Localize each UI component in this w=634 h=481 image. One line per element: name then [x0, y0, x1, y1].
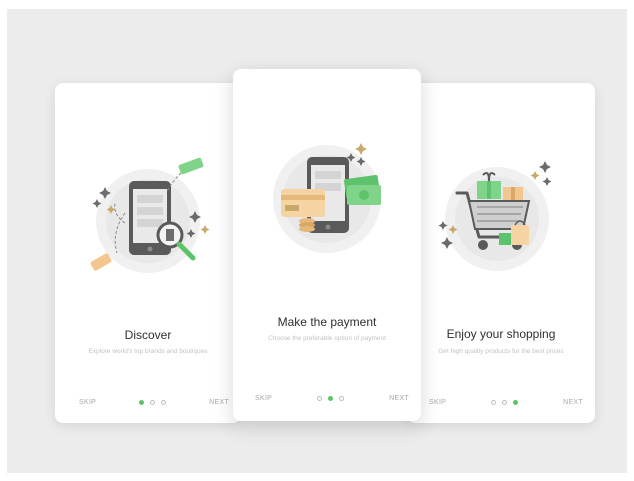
- onboarding-card-discover: Discover Explore world's top brands and …: [55, 83, 241, 423]
- phone-search-icon: [90, 157, 210, 273]
- pagination-dots: [491, 399, 519, 405]
- next-button[interactable]: NEXT: [389, 395, 409, 402]
- card-description: Get high quality products for the best p…: [438, 348, 564, 355]
- page-dot[interactable]: [139, 399, 145, 405]
- card-title: Enjoy your shopping: [446, 327, 556, 341]
- card-title: Make the payment: [277, 315, 377, 329]
- card-description: Explore world's top brands and boutiques: [88, 348, 208, 355]
- phone-payment-icon: [273, 143, 381, 253]
- onboarding-card-payment: Make the payment Choose the preferable o…: [233, 69, 421, 421]
- page-dot[interactable]: [339, 395, 345, 401]
- pagination-dots: [317, 395, 345, 401]
- card-footer: SKIP NEXT: [407, 395, 595, 409]
- next-button[interactable]: NEXT: [209, 399, 229, 406]
- page-dot[interactable]: [317, 395, 323, 401]
- next-button[interactable]: NEXT: [563, 399, 583, 406]
- skip-button[interactable]: SKIP: [255, 395, 272, 402]
- page-dot[interactable]: [161, 399, 167, 405]
- page-dot[interactable]: [491, 399, 497, 405]
- card-footer: SKIP NEXT: [233, 391, 421, 405]
- page-dot[interactable]: [502, 399, 508, 405]
- skip-button[interactable]: SKIP: [429, 399, 446, 406]
- skip-button[interactable]: SKIP: [79, 399, 96, 406]
- card-footer: SKIP NEXT: [55, 395, 241, 409]
- card-title: Discover: [124, 328, 172, 342]
- onboarding-card-shopping: Enjoy your shopping Get high quality pro…: [407, 83, 595, 423]
- page-dot[interactable]: [513, 399, 519, 405]
- card-description: Choose the preferable option of payment: [268, 335, 386, 342]
- onboarding-stage: Discover Explore world's top brands and …: [7, 9, 627, 473]
- pagination-dots: [139, 399, 167, 405]
- shopping-cart-icon: [438, 161, 552, 271]
- page-dot[interactable]: [328, 395, 334, 401]
- page-dot[interactable]: [150, 399, 156, 405]
